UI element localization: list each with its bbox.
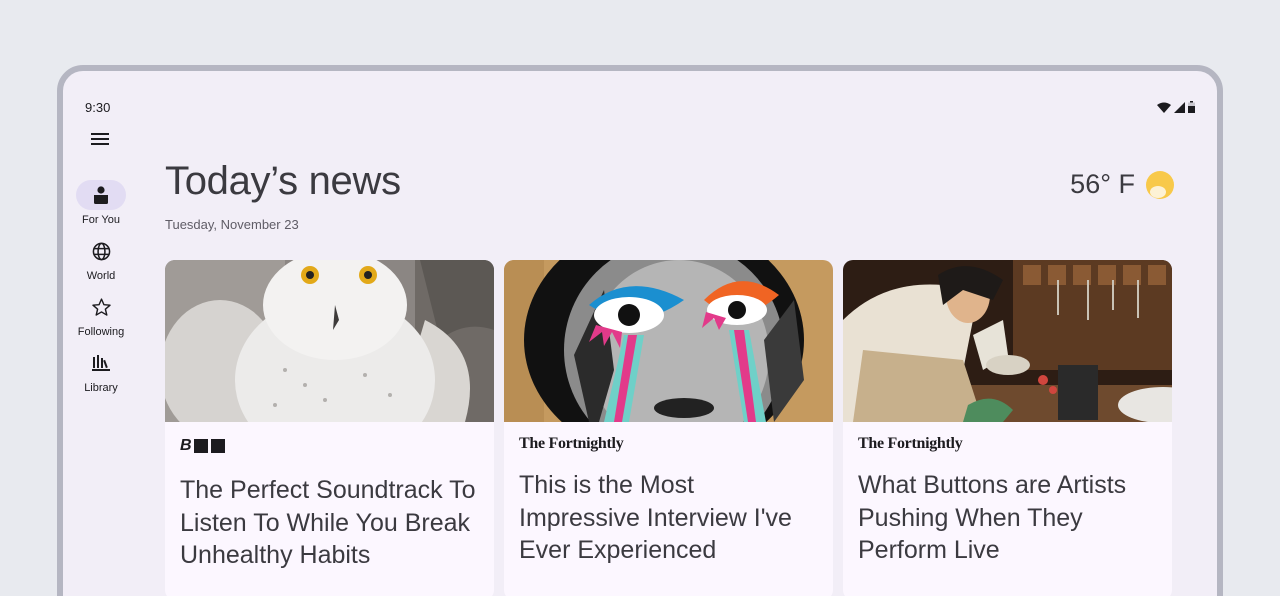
nav-item-world[interactable]: World — [63, 236, 139, 286]
status-time: 9:30 — [85, 100, 111, 115]
publisher-logo-block — [194, 439, 209, 453]
news-card[interactable]: The Fortnightly What Buttons are Artists… — [843, 260, 1172, 596]
cellular-icon — [1174, 101, 1185, 113]
tablet-frame: 9:30 For You World Following Library Tod… — [57, 65, 1223, 596]
news-card[interactable]: The Fortnightly This is the Most Impress… — [504, 260, 833, 596]
card-headline: This is the Most Impressive Interview I'… — [519, 471, 792, 564]
star-icon — [91, 298, 111, 316]
battery-icon — [1188, 101, 1195, 113]
page-date: Tuesday, November 23 — [165, 217, 299, 232]
card-image-baker — [843, 260, 1172, 422]
menu-button[interactable] — [89, 128, 111, 150]
nav-active-indicator — [76, 180, 126, 210]
card-headline: The Perfect Soundtrack To Listen To Whil… — [180, 476, 476, 569]
weather-widget[interactable]: 56° F — [1070, 169, 1175, 200]
navigation-rail: For You World Following Library — [63, 180, 139, 404]
card-headline: What Buttons are Artists Pushing When Th… — [858, 471, 1127, 564]
publisher-name: The Fortnightly — [858, 435, 963, 452]
weather-temperature: 56° F — [1070, 169, 1135, 199]
publisher-name: The Fortnightly — [519, 435, 624, 452]
nav-item-following[interactable]: Following — [63, 292, 139, 342]
nav-label-library: Library — [84, 382, 118, 394]
publisher-logo-block — [211, 439, 226, 453]
wifi-icon — [1157, 102, 1171, 113]
card-image-owl — [165, 260, 494, 422]
publisher-logo: B — [180, 435, 494, 457]
nav-label-for-you: For You — [82, 214, 120, 226]
nav-item-library[interactable]: Library — [63, 348, 139, 398]
publisher-name: B — [180, 437, 192, 454]
status-icons — [1157, 101, 1195, 113]
news-card-list: B The Perfect Soundtrack To Listen To Wh… — [165, 260, 1172, 596]
partly-sunny-icon — [1146, 170, 1174, 199]
card-image-collage — [504, 260, 833, 422]
for-you-icon — [94, 186, 108, 204]
globe-icon — [92, 242, 110, 260]
nav-item-for-you[interactable]: For You — [63, 180, 139, 230]
news-card[interactable]: B The Perfect Soundtrack To Listen To Wh… — [165, 260, 494, 596]
page-title: Today’s news — [165, 159, 401, 203]
nav-label-following: Following — [77, 326, 125, 338]
nav-label-world: World — [86, 270, 116, 282]
library-icon — [92, 355, 110, 371]
hamburger-menu-icon — [91, 133, 109, 145]
